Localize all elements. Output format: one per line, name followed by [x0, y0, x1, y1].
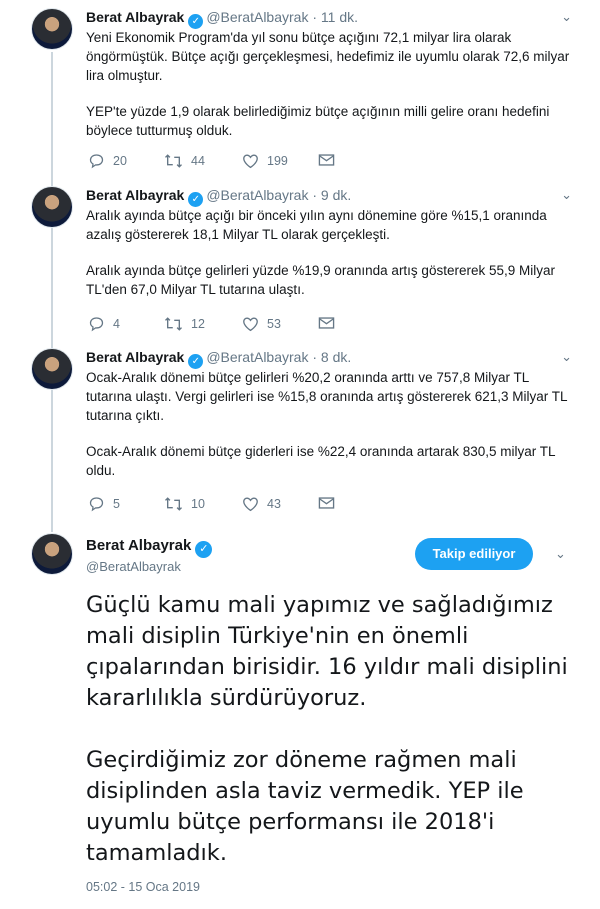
author-name[interactable]: Berat Albayrak	[86, 187, 184, 203]
tweet-time[interactable]: · 8 dk.	[312, 349, 351, 365]
verified-badge-icon: ✓	[188, 14, 204, 29]
reply-count: 4	[113, 317, 120, 331]
tweet-paragraph: Aralık ayında bütçe açığı bir önceki yıl…	[86, 208, 547, 242]
tweet-text: Ocak-Aralık dönemi bütçe gelirleri %20,2…	[86, 368, 576, 497]
author-name[interactable]: Berat Albayrak	[86, 349, 184, 365]
avatar[interactable]	[31, 348, 73, 390]
message-icon	[318, 497, 335, 509]
reply-count: 5	[113, 497, 120, 511]
tweet-text: Aralık ayında bütçe açığı bir önceki yıl…	[86, 206, 576, 316]
thread-tweet-3[interactable]: Berat Albayrak ✓ @BeratAlbayrak · 8 dk. ⌄ …	[0, 342, 600, 525]
avatar[interactable]	[31, 186, 73, 228]
thread-tweet-2[interactable]: Berat Albayrak ✓ @BeratAlbayrak · 9 dk. ⌄ …	[0, 176, 600, 342]
chevron-down-icon[interactable]: ⌄	[561, 349, 572, 365]
tweet-time[interactable]: · 9 dk.	[312, 187, 351, 203]
retweet-icon	[165, 154, 182, 168]
chevron-down-icon[interactable]: ⌄	[555, 546, 566, 562]
retweet-icon	[165, 497, 182, 511]
avatar[interactable]	[31, 533, 73, 575]
tweet-time[interactable]: · 11 dk.	[312, 9, 358, 25]
thread-tweet-1[interactable]: Berat Albayrak ✓ @BeratAlbayrak · 11 dk. ⌄…	[0, 0, 600, 176]
reply-icon	[89, 154, 104, 169]
like-icon	[243, 497, 258, 512]
tweet-text: Yeni Ekonomik Program'da yıl sonu bütçe …	[86, 28, 576, 157]
reply-icon	[89, 497, 104, 512]
reply-button[interactable]: 4	[88, 316, 120, 332]
like-icon	[243, 154, 258, 169]
verified-badge-icon: ✓	[195, 541, 213, 558]
like-button[interactable]: 199	[242, 153, 288, 169]
like-button[interactable]: 43	[242, 496, 281, 512]
verified-badge-icon: ✓	[188, 192, 204, 207]
retweet-button[interactable]: 44	[164, 153, 205, 169]
author-handle[interactable]: @BeratAlbayrak	[206, 9, 308, 25]
chevron-down-icon[interactable]: ⌄	[561, 9, 572, 25]
like-count: 43	[267, 497, 281, 511]
message-button[interactable]	[318, 153, 335, 167]
reply-button[interactable]: 5	[88, 496, 120, 512]
message-button[interactable]	[318, 496, 335, 510]
tweet-paragraph: Yeni Ekonomik Program'da yıl sonu bütçe …	[86, 30, 570, 83]
author-handle[interactable]: @BeratAlbayrak	[206, 187, 308, 203]
like-count: 53	[267, 317, 281, 331]
tweet-paragraph: Ocak-Aralık dönemi bütçe giderleri ise %…	[86, 444, 555, 478]
reply-count: 20	[113, 154, 127, 168]
verified-badge-icon: ✓	[188, 354, 204, 369]
like-count: 199	[267, 154, 288, 168]
retweet-count: 12	[191, 317, 205, 331]
following-button[interactable]: Takip ediliyor	[415, 538, 533, 570]
tweet-paragraph: Ocak-Aralık dönemi bütçe gelirleri %20,2…	[86, 370, 567, 423]
reply-icon	[89, 317, 104, 332]
like-button[interactable]: 53	[242, 316, 281, 332]
tweet-text: Güçlü kamu mali yapımız ve sağladığımız …	[86, 590, 586, 900]
reply-button[interactable]: 20	[88, 153, 127, 169]
retweet-count: 44	[191, 154, 205, 168]
author-name[interactable]: Berat Albayrak ✓	[86, 537, 215, 558]
message-icon	[318, 317, 335, 329]
message-icon	[318, 154, 335, 166]
tweet-paragraph: Güçlü kamu mali yapımız ve sağladığımız …	[86, 592, 568, 711]
author-name[interactable]: Berat Albayrak	[86, 9, 184, 25]
tweet-timestamp[interactable]: 05:02 - 15 Oca 2019	[86, 880, 200, 894]
tweet-paragraph: Geçirdiğimiz zor döneme rağmen mali disi…	[86, 747, 524, 866]
author-handle[interactable]: @BeratAlbayrak	[86, 559, 181, 574]
author-handle[interactable]: @BeratAlbayrak	[206, 349, 308, 365]
message-button[interactable]	[318, 316, 335, 330]
chevron-down-icon[interactable]: ⌄	[561, 187, 572, 203]
retweet-button[interactable]: 12	[164, 316, 205, 332]
tweet-paragraph: Aralık ayında bütçe gelirleri yüzde %19,…	[86, 263, 555, 297]
retweet-count: 10	[191, 497, 205, 511]
avatar[interactable]	[31, 8, 73, 50]
tweet-paragraph: YEP'te yüzde 1,9 olarak belirlediğimiz b…	[86, 104, 550, 138]
retweet-icon	[165, 317, 182, 331]
like-icon	[243, 317, 258, 332]
author-name-text[interactable]: Berat Albayrak	[86, 537, 191, 554]
retweet-button[interactable]: 10	[164, 496, 205, 512]
